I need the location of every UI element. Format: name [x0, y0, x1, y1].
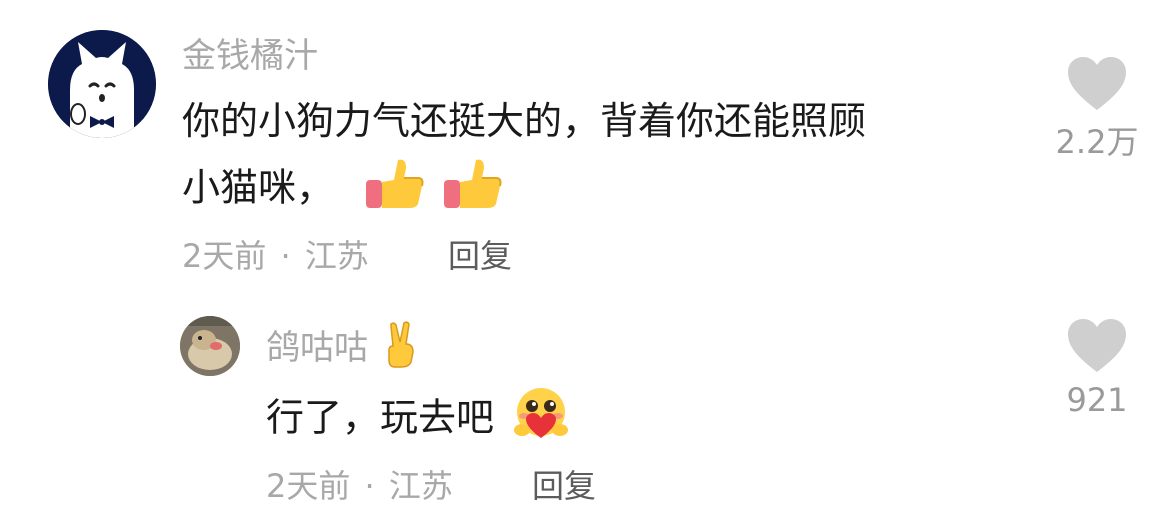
- comment-text: 行了，玩去吧: [266, 386, 572, 454]
- comment-text: 你的小狗力气还挺大的，背着你还能照顾: [182, 96, 866, 146]
- username[interactable]: 金钱橘汁: [182, 34, 318, 78]
- thumbs-up-emoji-icon: [364, 156, 426, 224]
- username-text: 鸽咕咕: [266, 328, 368, 368]
- comment-meta: 2天前 · 江苏: [182, 234, 369, 278]
- reply-button[interactable]: 回复: [448, 234, 512, 278]
- timestamp: 2天前: [266, 467, 351, 505]
- comment-text-line: 行了，玩去吧: [266, 395, 495, 440]
- separator: ·: [364, 467, 375, 505]
- reply-comment: 鸽咕咕 行了，玩去吧 2天前 · 江苏 回复 921: [0, 300, 1170, 527]
- comment-meta: 2天前 · 江苏: [266, 464, 453, 508]
- victory-hand-icon: [383, 320, 419, 379]
- white-cat-icon: [48, 30, 156, 138]
- avatar[interactable]: [180, 316, 240, 376]
- dog-photo-icon: [180, 316, 240, 376]
- comment-text: 小猫咪，: [182, 156, 504, 224]
- heart-icon[interactable]: [1066, 318, 1128, 378]
- thumbs-up-emoji-icon: [442, 156, 504, 224]
- separator: ·: [280, 237, 291, 275]
- comment: 金钱橘汁 你的小狗力气还挺大的，背着你还能照顾 小猫咪， 2天前 · 江苏 回复: [0, 0, 1170, 290]
- heart-icon[interactable]: [1066, 56, 1128, 116]
- avatar[interactable]: [48, 30, 156, 138]
- comment-text-line: 你的小狗力气还挺大的，背着你还能照顾: [182, 99, 867, 143]
- location: 江苏: [304, 237, 369, 275]
- hugging-heart-face-icon: [510, 386, 572, 454]
- username[interactable]: 鸽咕咕: [266, 320, 419, 379]
- reply-button[interactable]: 回复: [532, 464, 596, 508]
- like-count: 2.2万: [1055, 123, 1139, 161]
- comment-text-line: 小猫咪，: [182, 165, 335, 210]
- location: 江苏: [388, 467, 453, 505]
- timestamp: 2天前: [182, 237, 267, 275]
- like-count: 921: [1066, 381, 1128, 419]
